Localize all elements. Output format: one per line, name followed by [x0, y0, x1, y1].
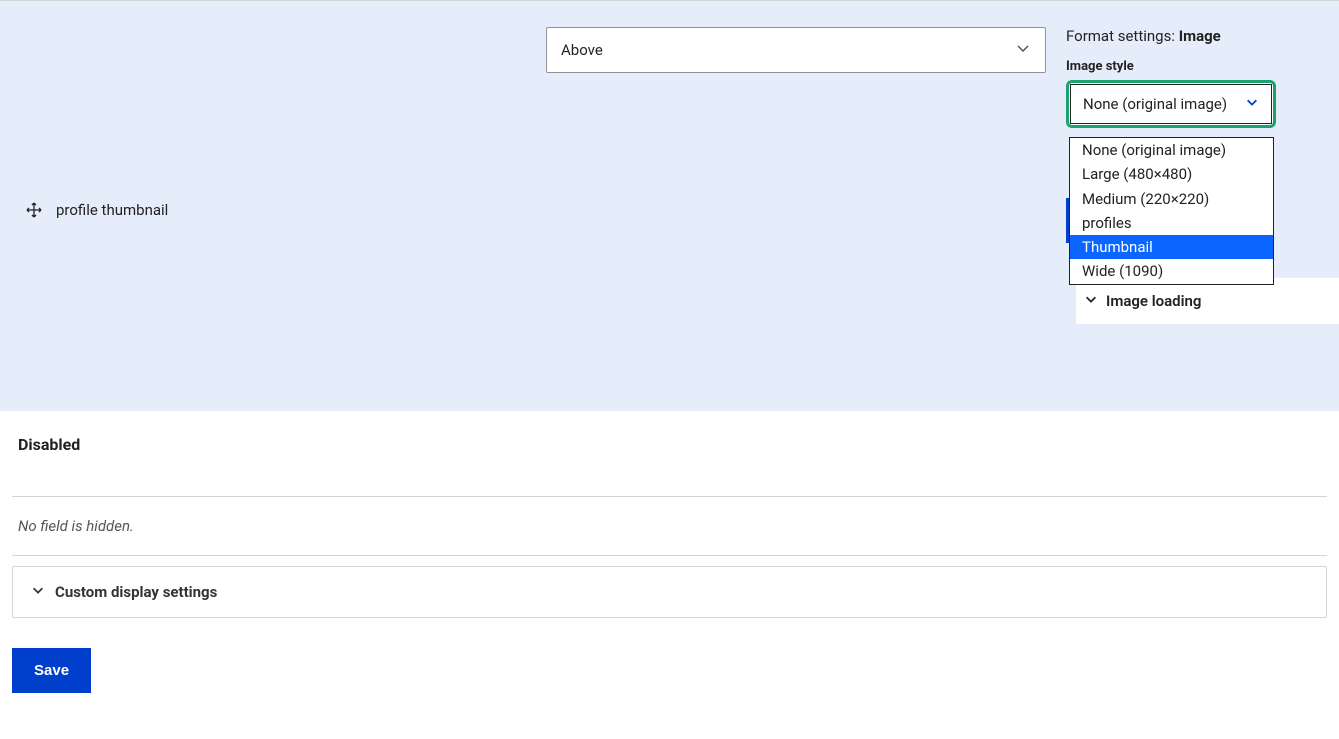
chevron-down-icon	[1084, 292, 1098, 310]
custom-display-settings-toggle[interactable]: Custom display settings	[12, 566, 1327, 618]
chevron-down-icon	[1245, 95, 1259, 113]
drag-handle-icon[interactable]	[26, 202, 42, 218]
label-position-column: Above	[546, 27, 1046, 73]
field-name: profile thumbnail	[56, 201, 168, 219]
image-style-selected: None (original image)	[1083, 95, 1227, 113]
image-style-option[interactable]: Wide (1090)	[1070, 259, 1273, 283]
image-style-select[interactable]: None (original image) None (original ima…	[1066, 80, 1276, 128]
image-style-option[interactable]: Large (480×480)	[1070, 162, 1273, 186]
disabled-heading: Disabled	[18, 435, 1321, 454]
chevron-down-icon	[1015, 40, 1031, 60]
image-loading-toggle[interactable]: Image loading	[1084, 292, 1333, 310]
image-style-option[interactable]: profiles	[1070, 211, 1273, 235]
format-prefix: Format settings:	[1066, 27, 1179, 45]
image-style-option[interactable]: Thumbnail	[1070, 235, 1273, 259]
image-style-option[interactable]: Medium (220×220)	[1070, 187, 1273, 211]
disabled-empty-text: No field is hidden.	[0, 497, 1339, 555]
field-config-row: profile thumbnail Above Format settings:…	[0, 1, 1339, 411]
save-button[interactable]: Save	[12, 648, 91, 693]
image-style-options: None (original image)Large (480×480)Medi…	[1069, 137, 1274, 285]
label-position-value: Above	[561, 41, 603, 59]
chevron-down-icon	[31, 583, 45, 601]
image-style-option[interactable]: None (original image)	[1070, 138, 1273, 162]
format-settings-title: Format settings: Image	[1066, 27, 1325, 45]
save-area: Save	[0, 618, 1339, 733]
image-style-label: Image style	[1066, 59, 1325, 74]
image-loading-label: Image loading	[1106, 292, 1201, 310]
custom-display-label: Custom display settings	[55, 583, 217, 601]
field-left: profile thumbnail	[26, 201, 546, 219]
format-settings-panel: Format settings: Image Image style None …	[1066, 27, 1325, 243]
disabled-section: Disabled	[0, 411, 1339, 496]
label-position-select[interactable]: Above	[546, 27, 1046, 73]
format-value: Image	[1179, 27, 1221, 45]
